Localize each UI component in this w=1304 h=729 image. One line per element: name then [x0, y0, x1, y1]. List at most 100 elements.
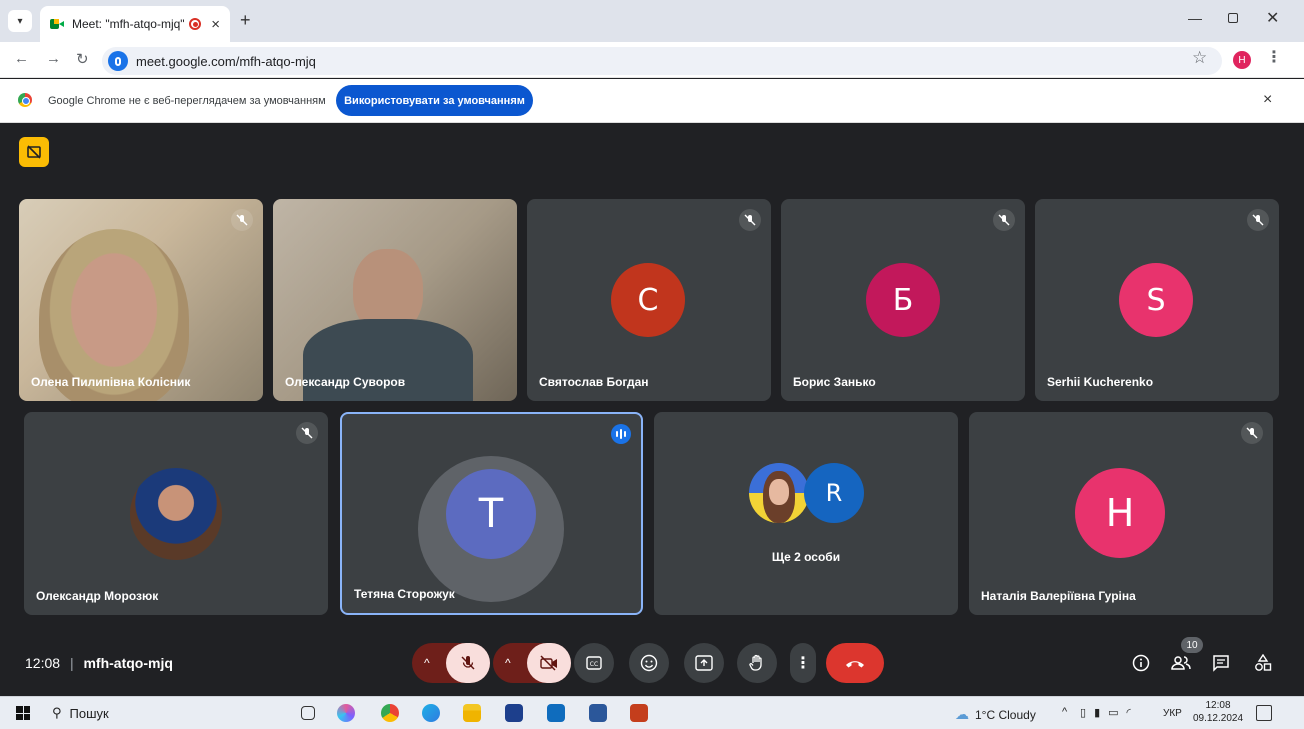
address-bar[interactable]: meet.google.com/mfh-atqo-mjq	[102, 47, 1222, 75]
participant-name: Олена Пилипівна Колісник	[31, 375, 191, 389]
people-icon[interactable]	[1168, 651, 1194, 675]
powerpoint-icon[interactable]	[630, 704, 648, 722]
mic-off-icon	[461, 656, 475, 670]
hang-up-icon	[846, 661, 864, 668]
muted-mic-icon	[296, 422, 318, 444]
bookmark-star-icon[interactable]: ☆	[1192, 48, 1207, 68]
chrome-logo-icon	[18, 93, 32, 107]
tab-title: Meet: "mfh-atqo-mjq"	[72, 17, 185, 31]
default-browser-infobar: Google Chrome не є веб-переглядачем за у…	[0, 79, 1304, 123]
word-icon[interactable]	[589, 704, 607, 722]
participant-tile[interactable]: Олександр Морозюк	[24, 412, 328, 615]
forward-icon[interactable]: →	[46, 50, 61, 67]
tray-app-icon[interactable]: ▯	[1080, 706, 1086, 719]
more-options-kebab-icon[interactable]: ⋮	[790, 643, 816, 683]
url-text: meet.google.com/mfh-atqo-mjq	[136, 53, 316, 69]
recording-indicator-icon	[189, 18, 202, 30]
meeting-separator: |	[69, 655, 74, 671]
participant-photo-avatar	[130, 468, 222, 560]
wifi-icon[interactable]: ◜	[1127, 706, 1131, 719]
set-default-button[interactable]: Використовувати за умовчанням	[336, 85, 533, 116]
participant-tile[interactable]: С Святослав Богдан	[527, 199, 771, 401]
tab-search-chevron-icon[interactable]: ▾	[8, 10, 32, 32]
new-tab-button[interactable]: +	[240, 10, 251, 31]
tray-overflow-chevron-icon[interactable]: ^	[1062, 706, 1067, 718]
taskbar-clock[interactable]: 12:08 09.12.2024	[1192, 699, 1244, 725]
muted-mic-icon	[1247, 209, 1269, 231]
taskbar-search[interactable]: ⚲ Пошук	[52, 705, 109, 721]
emoji-icon	[640, 654, 658, 672]
tab-close-button[interactable]: ×	[211, 16, 220, 33]
participant-avatar: R	[804, 463, 864, 523]
mic-toggle-button[interactable]	[446, 643, 490, 683]
participant-tile[interactable]: H Наталія Валеріївна Гуріна	[969, 412, 1273, 615]
participant-name: Serhii Kucherenko	[1047, 375, 1154, 389]
reload-icon[interactable]: ↻	[76, 50, 89, 68]
notifications-icon[interactable]	[1256, 705, 1272, 721]
mic-control-group: ^	[412, 643, 490, 683]
participant-avatar: H	[1075, 468, 1165, 558]
microsoft-store-icon[interactable]	[505, 704, 523, 722]
participant-avatar: T	[446, 469, 536, 559]
chrome-taskbar-icon[interactable]	[381, 704, 399, 722]
battery-icon[interactable]: ▭	[1108, 706, 1118, 719]
participant-tile-active-speaker[interactable]: T Тетяна Сторожук	[340, 412, 643, 615]
emoji-reactions-button[interactable]	[629, 643, 669, 683]
edge-icon[interactable]	[422, 704, 440, 722]
captions-icon: CC	[586, 656, 602, 670]
captions-button[interactable]: CC	[574, 643, 614, 683]
tab-strip: ▾ Meet: "mfh-atqo-mjq" × + — ✕	[0, 0, 1304, 42]
copilot-icon[interactable]	[337, 704, 355, 722]
file-explorer-icon[interactable]	[463, 704, 481, 722]
close-window-icon[interactable]: ✕	[1266, 8, 1279, 28]
participant-avatar: S	[1119, 263, 1193, 337]
present-screen-button[interactable]	[684, 643, 724, 683]
site-info-icon[interactable]	[108, 51, 128, 71]
participant-name: Наталія Валеріївна Гуріна	[981, 589, 1136, 603]
participant-avatar: Б	[866, 263, 940, 337]
taskbar-time: 12:08	[1205, 700, 1231, 711]
minimize-icon[interactable]: —	[1188, 10, 1202, 26]
muted-mic-icon	[739, 209, 761, 231]
muted-mic-icon	[993, 209, 1015, 231]
weather-widget[interactable]: ☁ 1°C Cloudy	[955, 706, 1036, 723]
participant-tile[interactable]: Б Борис Занько	[781, 199, 1025, 401]
system-tray: ▯ ▮ ▭ ◜	[1080, 706, 1131, 719]
camera-off-notice-icon[interactable]	[19, 137, 49, 167]
infobar-text: Google Chrome не є веб-переглядачем за у…	[48, 95, 326, 107]
raise-hand-button[interactable]	[737, 643, 777, 683]
participant-tile[interactable]: Олена Пилипівна Колісник	[19, 199, 263, 401]
leave-call-button[interactable]	[826, 643, 884, 683]
muted-mic-icon	[231, 209, 253, 231]
camera-options-chevron-icon[interactable]: ^	[505, 656, 511, 670]
camera-toggle-button[interactable]	[527, 643, 571, 683]
menu-kebab-icon[interactable]: ⋮	[1266, 47, 1282, 67]
windows-start-icon[interactable]	[16, 706, 30, 720]
participant-photo-avatar	[749, 463, 809, 523]
svg-text:CC: CC	[590, 661, 598, 668]
participant-tile[interactable]: Олександр Суворов	[273, 199, 517, 401]
others-count-label: Ще 2 особи	[771, 550, 841, 564]
restore-icon[interactable]	[1228, 13, 1238, 23]
meet-favicon-icon	[50, 18, 64, 30]
profile-avatar[interactable]: H	[1233, 51, 1251, 69]
back-icon[interactable]: ←	[14, 50, 29, 67]
outlook-icon[interactable]	[547, 704, 565, 722]
input-language[interactable]: УКР	[1163, 708, 1182, 719]
speaking-indicator-icon	[611, 424, 631, 444]
activities-shapes-icon[interactable]	[1250, 651, 1276, 675]
meeting-info: 12:08 | mfh-atqo-mjq	[25, 655, 173, 671]
browser-toolbar: ← → ↻ meet.google.com/mfh-atqo-mjq ☆ ⋮	[0, 42, 1304, 78]
chat-icon[interactable]	[1208, 651, 1234, 675]
task-view-icon[interactable]	[301, 706, 315, 720]
participant-tile[interactable]: S Serhii Kucherenko	[1035, 199, 1279, 401]
others-tile[interactable]: R Ще 2 особи	[654, 412, 958, 615]
mic-options-chevron-icon[interactable]: ^	[424, 656, 430, 670]
weather-text: 1°C Cloudy	[975, 707, 1036, 722]
cloud-icon: ☁	[955, 706, 969, 722]
infobar-close-button[interactable]: ×	[1263, 91, 1272, 109]
participant-name: Святослав Богдан	[539, 375, 649, 389]
microphone-tray-icon[interactable]: ▮	[1094, 706, 1100, 719]
meeting-details-info-icon[interactable]	[1128, 651, 1154, 675]
browser-tab[interactable]: Meet: "mfh-atqo-mjq" ×	[40, 6, 230, 42]
